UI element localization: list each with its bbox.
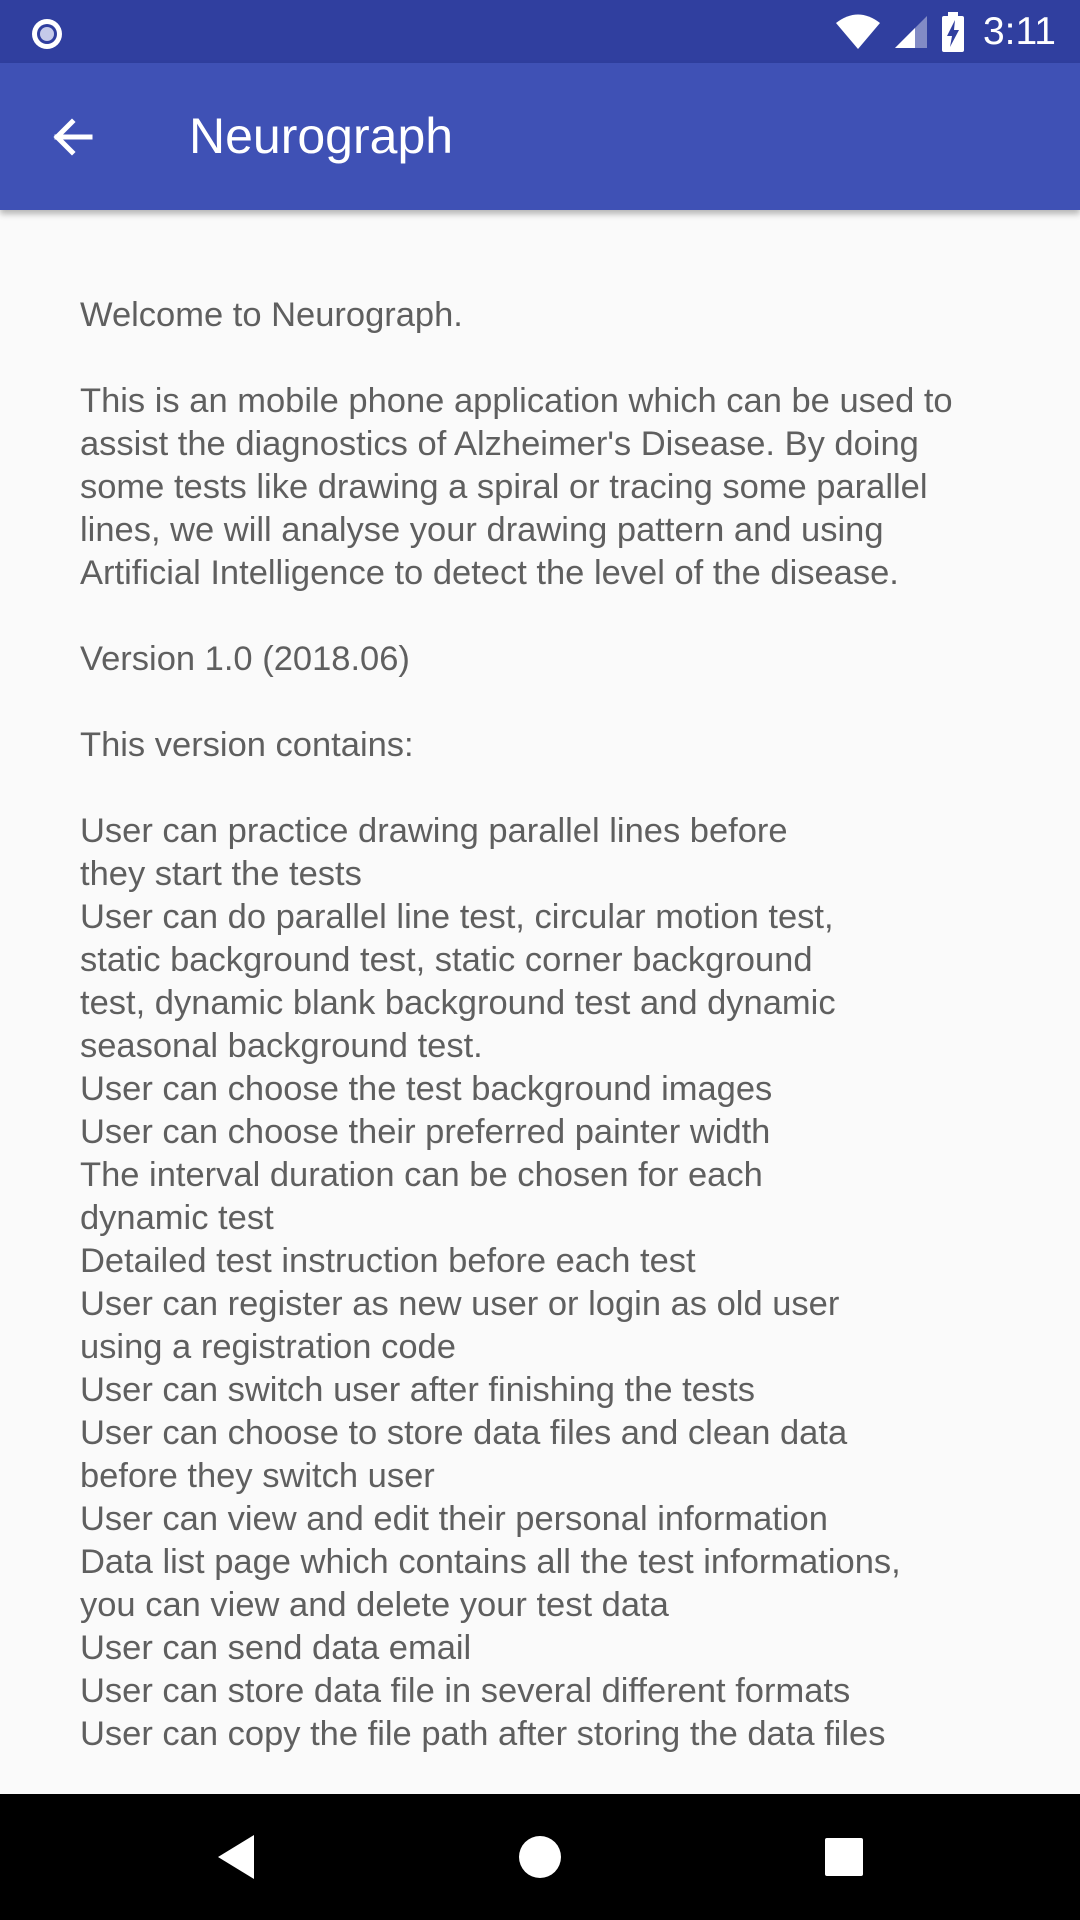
status-bar: 3:11 [0,0,1080,63]
notification-dot-icon [32,19,62,49]
about-text: Welcome to Neurograph. This is an mobile… [80,296,953,1753]
status-icons: 3:11 [835,0,1056,63]
back-triangle-icon [218,1835,254,1879]
navigation-bar [0,1794,1080,1920]
recents-square-icon [825,1838,863,1876]
nav-home-button[interactable] [500,1817,580,1897]
app-bar: Neurograph [0,63,1080,210]
nav-back-button[interactable] [196,1817,276,1897]
nav-recents-button[interactable] [804,1817,884,1897]
status-time: 3:11 [982,9,1056,53]
home-circle-icon [519,1836,561,1878]
arrow-back-icon [53,118,93,156]
cell-signal-icon [894,15,927,48]
page-title: Neurograph [189,108,454,164]
about-content[interactable]: Welcome to Neurograph. This is an mobile… [0,210,1080,1794]
wifi-icon [835,14,880,49]
back-button[interactable] [24,89,120,185]
battery-charging-icon [941,11,964,52]
